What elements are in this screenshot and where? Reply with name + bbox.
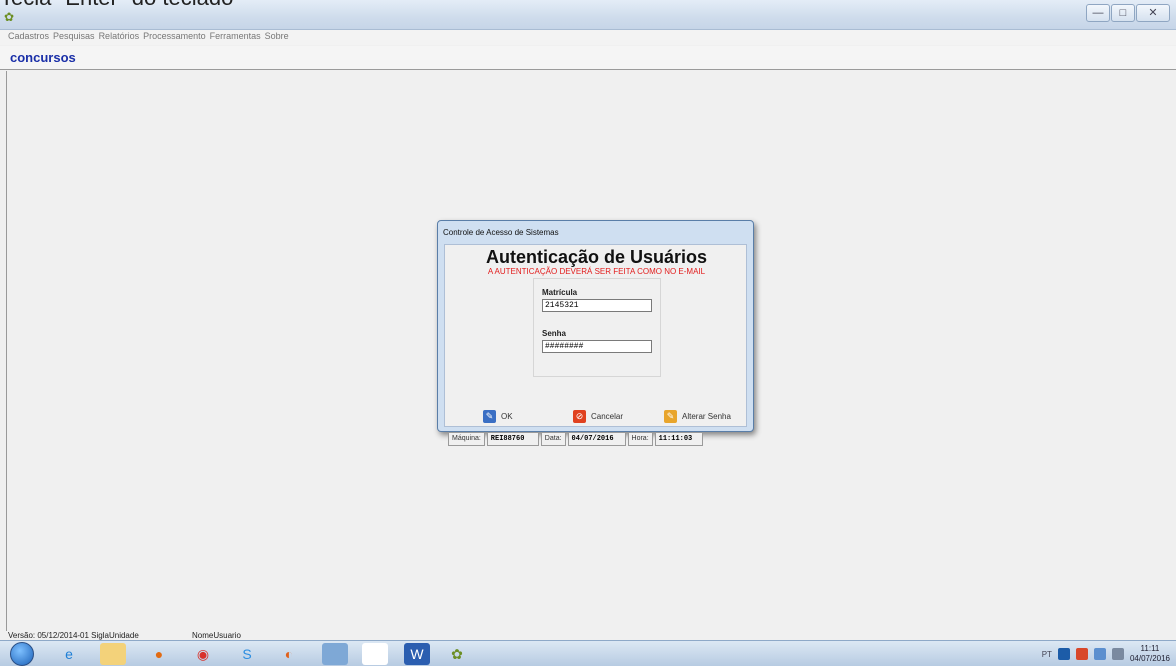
- taskbar: e ● ◉ S ◐ W ✿ PT 11:11 04/07/2016: [0, 640, 1176, 666]
- word-icon[interactable]: W: [404, 643, 430, 665]
- machine-label: Máquina:: [448, 432, 485, 446]
- ok-button[interactable]: ✎ OK: [483, 410, 513, 423]
- menu-sobre[interactable]: Sobre: [265, 30, 289, 45]
- cancel-label: Cancelar: [591, 412, 624, 421]
- user-text: NomeUsuario: [192, 631, 241, 640]
- start-button[interactable]: [10, 642, 34, 666]
- media-player-icon[interactable]: ●: [146, 643, 172, 665]
- version-text: Versão: 05/12/2014-01 SiglaUnidade: [8, 631, 139, 640]
- machine-value: REI88760: [486, 432, 539, 446]
- skype-icon[interactable]: S: [234, 643, 260, 665]
- system-tray: PT 11:11 04/07/2016: [1042, 644, 1170, 664]
- matricula-input[interactable]: 2145321: [542, 299, 652, 312]
- matricula-label: Matrícula: [542, 288, 578, 297]
- app-window-icon[interactable]: [322, 643, 348, 665]
- flag-icon[interactable]: [1075, 648, 1088, 660]
- date-label: Data:: [540, 432, 566, 446]
- app-title: concursos: [10, 50, 76, 65]
- maximize-button[interactable]: □: [1111, 4, 1135, 22]
- caption-text: Tecla "Enter" do teclado: [0, 0, 233, 10]
- senha-label: Senha: [542, 329, 567, 338]
- clock[interactable]: 11:11 04/07/2016: [1130, 644, 1170, 664]
- dialog-heading: Autenticação de Usuários: [485, 247, 708, 267]
- menu-relatorios[interactable]: Relatórios: [99, 30, 140, 45]
- time-value: 11:11:03: [654, 432, 703, 446]
- menu-ferramentas[interactable]: Ferramentas: [210, 30, 261, 45]
- login-dialog: Controle de Acesso de Sistemas Autentica…: [437, 220, 754, 446]
- dialog-status-line: Máquina: REI88760 Data: 04/07/2016 Hora:…: [448, 432, 744, 446]
- ok-icon: ✎: [483, 410, 496, 423]
- statusbar: Versão: 05/12/2014-01 SiglaUnidade NomeU…: [0, 631, 1176, 640]
- ok-label: OK: [501, 412, 513, 421]
- paint-icon[interactable]: ✿: [444, 643, 470, 665]
- chrome-icon[interactable]: ◉: [190, 643, 216, 665]
- firefox-icon[interactable]: ◐: [276, 643, 302, 665]
- clock-time: 11:11: [1140, 644, 1160, 653]
- cancel-button[interactable]: ⊘ Cancelar: [573, 410, 623, 423]
- time-label: Hora:: [627, 432, 653, 446]
- language-indicator[interactable]: PT: [1042, 650, 1052, 659]
- dialog-body: Autenticação de Usuários A AUTENTICAÇÃO …: [444, 244, 747, 446]
- warning-text: A AUTENTICAÇÃO DEVERÁ SER FEITA COMO NO …: [487, 267, 706, 276]
- change-password-label: Alterar Senha: [682, 412, 731, 421]
- senha-input[interactable]: ########: [542, 340, 652, 353]
- login-form: Matrícula 2145321 Senha ########: [533, 278, 661, 377]
- help-icon[interactable]: [1057, 648, 1070, 660]
- app-icon: ✿: [4, 10, 15, 24]
- key-icon: ✎: [664, 410, 677, 423]
- minimize-button[interactable]: —: [1086, 4, 1110, 22]
- menubar: Cadastros Pesquisas Relatórios Processam…: [0, 30, 1176, 45]
- menu-processamento[interactable]: Processamento: [143, 30, 206, 45]
- explorer-folder-icon[interactable]: [100, 643, 126, 665]
- change-password-button[interactable]: ✎ Alterar Senha: [664, 410, 731, 423]
- window-controls: — □ ✕: [1086, 4, 1170, 22]
- menu-pesquisas[interactable]: Pesquisas: [53, 30, 95, 45]
- close-button[interactable]: ✕: [1136, 4, 1170, 22]
- dialog-title: Controle de Acesso de Sistemas: [443, 228, 559, 237]
- blank-document-icon[interactable]: [362, 643, 388, 665]
- cancel-icon: ⊘: [573, 410, 586, 423]
- date-value: 04/07/2016: [567, 432, 626, 446]
- app-header: concursos: [0, 46, 1176, 70]
- network-icon[interactable]: [1093, 648, 1106, 660]
- clock-date: 04/07/2016: [1129, 654, 1170, 663]
- volume-icon[interactable]: [1111, 648, 1124, 660]
- menu-cadastros[interactable]: Cadastros: [8, 30, 49, 45]
- ie-icon[interactable]: e: [56, 643, 82, 665]
